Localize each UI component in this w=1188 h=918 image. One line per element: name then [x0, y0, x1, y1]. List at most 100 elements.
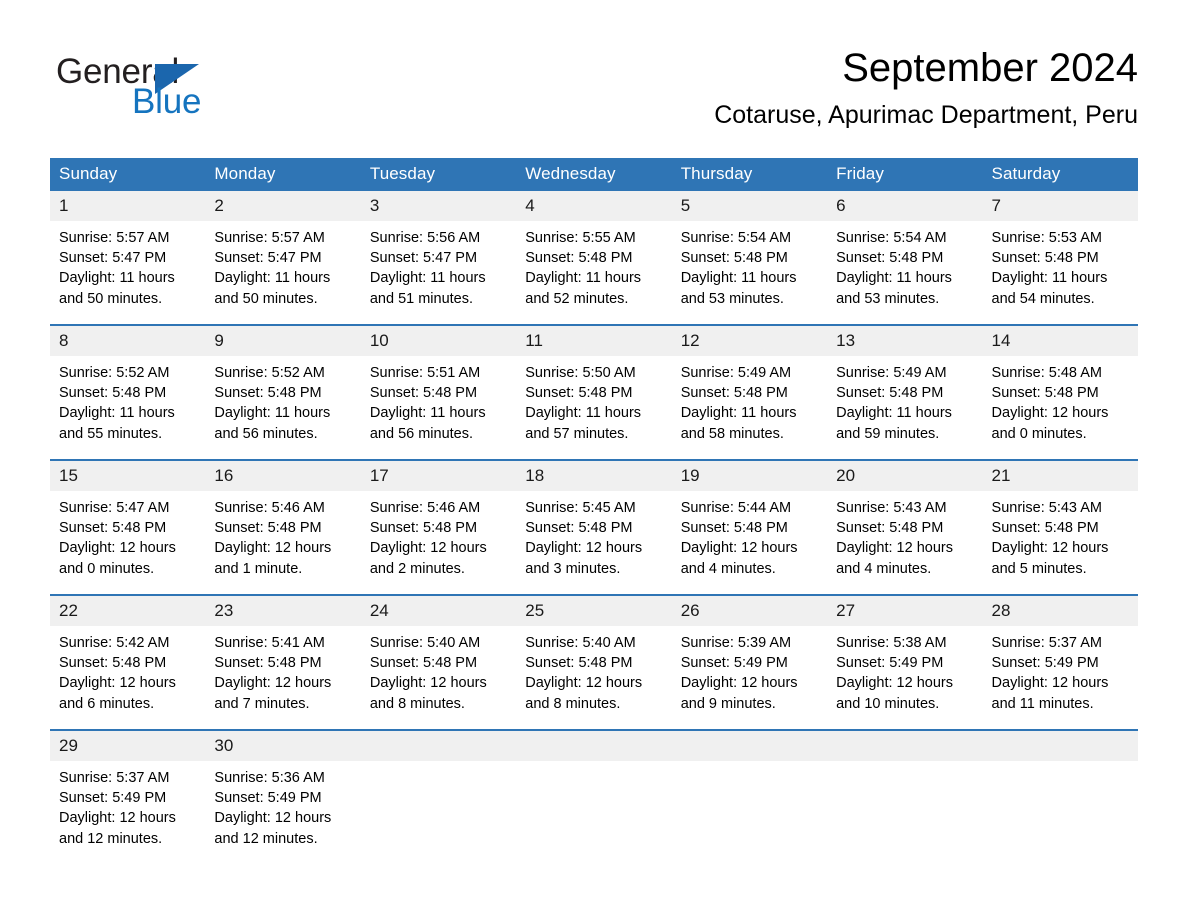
sunset-text: Sunset: 5:48 PM	[214, 520, 322, 537]
calendar-day-cell[interactable]: 10 Sunrise: 5:51 AM Sunset: 5:48 PM Dayl…	[360, 324, 517, 460]
calendar-day-cell[interactable]: 29 Sunrise: 5:37 AM Sunset: 5:49 PM Dayl…	[50, 729, 206, 864]
sunrise-text: Sunrise: 5:50 AM	[525, 365, 636, 381]
day-details: Sunrise: 5:48 AM Sunset: 5:48 PM Dayligh…	[983, 356, 1138, 444]
day-details: Sunrise: 5:56 AM Sunset: 5:47 PM Dayligh…	[361, 221, 516, 309]
calendar-day-cell[interactable]: 2 Sunrise: 5:57 AM Sunset: 5:47 PM Dayli…	[205, 191, 361, 325]
sunset-text: Sunset: 5:48 PM	[369, 655, 478, 672]
sunrise-text: Sunrise: 5:37 AM	[59, 770, 170, 786]
day-details: Sunrise: 5:40 AM Sunset: 5:48 PM Dayligh…	[516, 626, 671, 714]
daylight-text: Daylight: 12 hours and 1 minute.	[214, 540, 332, 577]
day-number	[671, 731, 828, 761]
sunset-text: Sunset: 5:49 PM	[214, 790, 322, 807]
day-number: 26	[671, 596, 828, 626]
calendar-day-cell[interactable]: 23 Sunrise: 5:41 AM Sunset: 5:48 PM Dayl…	[205, 594, 361, 730]
calendar-day-cell[interactable]: 4 Sunrise: 5:55 AM Sunset: 5:48 PM Dayli…	[516, 191, 672, 325]
calendar-day-cell[interactable]: 20 Sunrise: 5:43 AM Sunset: 5:48 PM Dayl…	[827, 459, 983, 595]
calendar-day-cell[interactable]: 17 Sunrise: 5:46 AM Sunset: 5:48 PM Dayl…	[360, 459, 517, 595]
day-details: Sunrise: 5:52 AM Sunset: 5:48 PM Dayligh…	[205, 356, 360, 444]
generalblue-logo: General Blue	[56, 52, 256, 130]
day-number: 16	[205, 461, 361, 491]
weekday-header-wednesday: Wednesday	[516, 158, 672, 191]
calendar-day-cell[interactable]: 6 Sunrise: 5:54 AM Sunset: 5:48 PM Dayli…	[827, 191, 983, 325]
day-number: 22	[50, 596, 206, 626]
calendar-day-cell[interactable]: 7 Sunrise: 5:53 AM Sunset: 5:48 PM Dayli…	[982, 191, 1138, 325]
sunrise-text: Sunrise: 5:37 AM	[991, 635, 1102, 651]
day-number: 6	[827, 191, 983, 221]
sunrise-text: Sunrise: 5:54 AM	[836, 230, 947, 246]
sunrise-text: Sunrise: 5:51 AM	[369, 365, 481, 381]
calendar-day-cell[interactable]: 13 Sunrise: 5:49 AM Sunset: 5:48 PM Dayl…	[827, 324, 983, 460]
sunset-text: Sunset: 5:48 PM	[59, 520, 167, 537]
sunrise-text: Sunrise: 5:41 AM	[214, 635, 325, 651]
calendar-day-cell[interactable]: 14 Sunrise: 5:48 AM Sunset: 5:48 PM Dayl…	[982, 324, 1138, 460]
sunset-text: Sunset: 5:48 PM	[836, 520, 944, 537]
daylight-text: Daylight: 11 hours and 52 minutes.	[525, 270, 642, 307]
sunrise-text: Sunrise: 5:39 AM	[680, 635, 792, 651]
day-details: Sunrise: 5:55 AM Sunset: 5:48 PM Dayligh…	[516, 221, 671, 309]
calendar-day-cell[interactable]: 3 Sunrise: 5:56 AM Sunset: 5:47 PM Dayli…	[360, 191, 517, 325]
day-details: Sunrise: 5:50 AM Sunset: 5:48 PM Dayligh…	[516, 356, 671, 444]
calendar-day-cell[interactable]: 22 Sunrise: 5:42 AM Sunset: 5:48 PM Dayl…	[50, 594, 206, 730]
day-number	[982, 731, 1138, 761]
calendar-week-row: 15 Sunrise: 5:47 AM Sunset: 5:48 PM Dayl…	[50, 459, 1138, 595]
calendar-day-cell[interactable]: 27 Sunrise: 5:38 AM Sunset: 5:49 PM Dayl…	[827, 594, 983, 730]
calendar-day-cell-empty	[982, 729, 1138, 864]
day-details: Sunrise: 5:43 AM Sunset: 5:48 PM Dayligh…	[827, 491, 982, 579]
calendar-day-cell[interactable]: 15 Sunrise: 5:47 AM Sunset: 5:48 PM Dayl…	[50, 459, 206, 595]
daylight-text: Daylight: 12 hours and 4 minutes.	[680, 540, 798, 577]
daylight-text: Daylight: 12 hours and 2 minutes.	[369, 540, 487, 577]
daylight-text: Daylight: 11 hours and 54 minutes.	[991, 270, 1108, 307]
day-number: 9	[205, 326, 361, 356]
calendar-body: 1 Sunrise: 5:57 AM Sunset: 5:47 PM Dayli…	[50, 191, 1138, 864]
page-subtitle: Cotaruse, Apurimac Department, Peru	[714, 101, 1138, 129]
calendar-day-cell-empty	[516, 729, 672, 864]
sunrise-text: Sunrise: 5:55 AM	[525, 230, 636, 246]
day-details: Sunrise: 5:49 AM Sunset: 5:48 PM Dayligh…	[827, 356, 982, 444]
calendar-day-cell[interactable]: 11 Sunrise: 5:50 AM Sunset: 5:48 PM Dayl…	[516, 324, 672, 460]
day-details: Sunrise: 5:37 AM Sunset: 5:49 PM Dayligh…	[983, 626, 1138, 714]
calendar-day-cell[interactable]: 8 Sunrise: 5:52 AM Sunset: 5:48 PM Dayli…	[50, 324, 206, 460]
title-block: September 2024 Cotaruse, Apurimac Depart…	[714, 42, 1138, 132]
sunset-text: Sunset: 5:48 PM	[369, 520, 478, 537]
day-number: 4	[516, 191, 672, 221]
day-number: 15	[50, 461, 206, 491]
sunrise-text: Sunrise: 5:44 AM	[680, 500, 792, 516]
day-details: Sunrise: 5:45 AM Sunset: 5:48 PM Dayligh…	[516, 491, 671, 579]
calendar-day-cell[interactable]: 16 Sunrise: 5:46 AM Sunset: 5:48 PM Dayl…	[205, 459, 361, 595]
day-details: Sunrise: 5:40 AM Sunset: 5:48 PM Dayligh…	[361, 626, 516, 714]
day-details: Sunrise: 5:54 AM Sunset: 5:48 PM Dayligh…	[672, 221, 827, 309]
sunset-text: Sunset: 5:48 PM	[836, 385, 944, 402]
day-number: 28	[982, 596, 1138, 626]
calendar-day-cell[interactable]: 12 Sunrise: 5:49 AM Sunset: 5:48 PM Dayl…	[671, 324, 828, 460]
sunset-text: Sunset: 5:49 PM	[836, 655, 944, 672]
sunrise-text: Sunrise: 5:56 AM	[369, 230, 481, 246]
calendar-day-cell[interactable]: 9 Sunrise: 5:52 AM Sunset: 5:48 PM Dayli…	[205, 324, 361, 460]
calendar-day-cell[interactable]: 24 Sunrise: 5:40 AM Sunset: 5:48 PM Dayl…	[360, 594, 517, 730]
sunrise-text: Sunrise: 5:45 AM	[525, 500, 636, 516]
day-number	[360, 731, 517, 761]
sunrise-text: Sunrise: 5:54 AM	[680, 230, 792, 246]
day-number: 23	[205, 596, 361, 626]
calendar-day-cell[interactable]: 5 Sunrise: 5:54 AM Sunset: 5:48 PM Dayli…	[671, 191, 828, 325]
calendar-day-cell[interactable]: 18 Sunrise: 5:45 AM Sunset: 5:48 PM Dayl…	[516, 459, 672, 595]
calendar-day-cell[interactable]: 21 Sunrise: 5:43 AM Sunset: 5:48 PM Dayl…	[982, 459, 1138, 595]
sunset-text: Sunset: 5:47 PM	[369, 250, 478, 267]
sunset-text: Sunset: 5:48 PM	[836, 250, 944, 267]
calendar-day-cell[interactable]: 19 Sunrise: 5:44 AM Sunset: 5:48 PM Dayl…	[671, 459, 828, 595]
daylight-text: Daylight: 11 hours and 56 minutes.	[214, 405, 331, 442]
sunset-text: Sunset: 5:48 PM	[991, 250, 1099, 267]
day-details: Sunrise: 5:46 AM Sunset: 5:48 PM Dayligh…	[361, 491, 516, 579]
sunset-text: Sunset: 5:49 PM	[59, 790, 167, 807]
calendar-day-cell[interactable]: 26 Sunrise: 5:39 AM Sunset: 5:49 PM Dayl…	[671, 594, 828, 730]
weekday-header-saturday: Saturday	[982, 158, 1138, 191]
calendar-day-cell[interactable]: 1 Sunrise: 5:57 AM Sunset: 5:47 PM Dayli…	[50, 191, 206, 325]
day-number: 7	[982, 191, 1138, 221]
calendar-week-row: 22 Sunrise: 5:42 AM Sunset: 5:48 PM Dayl…	[50, 594, 1138, 730]
calendar-day-cell[interactable]: 28 Sunrise: 5:37 AM Sunset: 5:49 PM Dayl…	[982, 594, 1138, 730]
day-number: 10	[360, 326, 517, 356]
calendar-day-cell[interactable]: 25 Sunrise: 5:40 AM Sunset: 5:48 PM Dayl…	[516, 594, 672, 730]
daylight-text: Daylight: 11 hours and 53 minutes.	[680, 270, 797, 307]
day-details: Sunrise: 5:54 AM Sunset: 5:48 PM Dayligh…	[827, 221, 982, 309]
calendar-day-cell[interactable]: 30 Sunrise: 5:36 AM Sunset: 5:49 PM Dayl…	[205, 729, 361, 864]
sunset-text: Sunset: 5:48 PM	[525, 655, 633, 672]
